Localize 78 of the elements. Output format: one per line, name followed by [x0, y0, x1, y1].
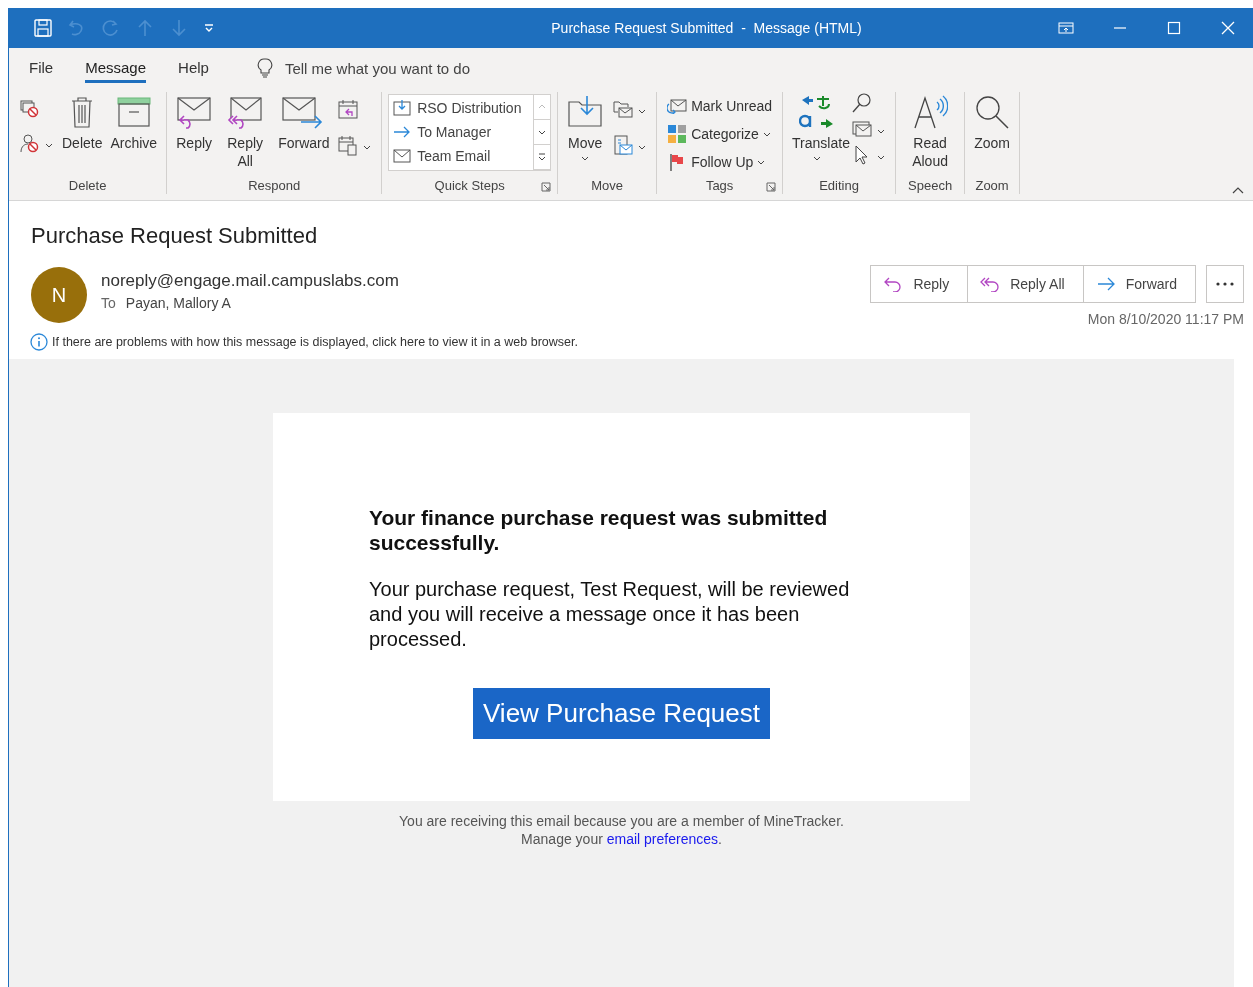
- maximize-icon[interactable]: [1166, 20, 1182, 36]
- dialog-launcher-icon[interactable]: [766, 182, 777, 192]
- ribbon-button[interactable]: Move: [564, 92, 607, 163]
- read-aloud-icon: [912, 94, 949, 130]
- group-label: Speech: [908, 177, 953, 193]
- ribbon-button[interactable]: Archive: [107, 92, 161, 154]
- search-field[interactable]: Tell me what you want to do: [282, 58, 547, 78]
- reply-icon: [883, 276, 904, 292]
- ribbon-button[interactable]: Categorize: [663, 120, 775, 148]
- caret-icon[interactable]: [45, 142, 53, 148]
- message-date: Mon 8/10/2020 11:17 PM: [1087, 311, 1244, 327]
- message-subject: Purchase Request Submitted: [31, 223, 319, 249]
- ribbon-button[interactable]: Follow Up: [663, 148, 770, 176]
- ignore-icon[interactable]: [19, 98, 39, 118]
- info-icon: [30, 333, 48, 351]
- ribbon-button[interactable]: Reply All: [217, 92, 274, 172]
- search-icon[interactable]: [851, 92, 874, 114]
- caret-icon[interactable]: [363, 144, 372, 150]
- email-heading: Your finance purchase request was submitted successfully.: [369, 505, 829, 555]
- footer-text: You are receiving this email because you are a member of MineTracker.: [399, 813, 844, 829]
- calendar-device-icon[interactable]: [337, 134, 360, 156]
- group-label: Respond: [248, 177, 301, 193]
- reply-all-icon: [227, 94, 264, 130]
- lightbulb-icon: [256, 58, 273, 78]
- email-body-text: Your purchase request, Test Request, will be reviewed and you will receive a message once it has been processed.: [369, 577, 851, 652]
- footer-punctuation: .: [718, 831, 722, 847]
- folder-arrow-icon: [567, 94, 604, 130]
- recipient-name: Payan, Mallory A: [125, 295, 231, 311]
- email-preferences-link[interactable]: email preferences: [606, 831, 718, 847]
- group-label: Zoom: [975, 177, 1009, 193]
- envelope-icon: [667, 98, 688, 114]
- ribbon-button[interactable]: Mark Unread: [663, 92, 777, 120]
- collapse-ribbon-icon[interactable]: [1232, 186, 1244, 194]
- arrow-icon: [393, 124, 412, 140]
- quick-step[interactable]: To Manager: [389, 120, 534, 144]
- group-label: Tags: [705, 177, 734, 193]
- envelope-icon: [393, 148, 412, 164]
- block-sender-icon[interactable]: [19, 132, 41, 154]
- caret-icon[interactable]: [638, 144, 647, 150]
- sender-avatar: N: [31, 267, 87, 323]
- forward-icon: [1095, 276, 1116, 292]
- more-icon: [1216, 282, 1234, 286]
- reply-all-icon: [980, 276, 1001, 292]
- dialog-launcher-icon[interactable]: [541, 182, 552, 192]
- quick-step[interactable]: Team Email: [389, 144, 534, 168]
- ribbon-button[interactable]: Forward: [275, 92, 332, 154]
- ribbon-tab[interactable]: File: [29, 53, 54, 83]
- caret-icon[interactable]: [877, 154, 886, 160]
- caret-icon[interactable]: [638, 108, 647, 114]
- save-icon[interactable]: [33, 18, 53, 38]
- archive-box-icon: [115, 94, 152, 130]
- ribbon-tab[interactable]: Message: [85, 53, 147, 83]
- to-label: To: [101, 295, 116, 311]
- ribbon-display-icon[interactable]: [1058, 20, 1074, 36]
- ribbon-button[interactable]: Zoom: [971, 92, 1014, 154]
- info-bar[interactable]: If there are problems with how this message is displayed, click here to view it in a web browser.: [52, 335, 578, 349]
- reply-icon: [176, 94, 213, 130]
- view-request-button[interactable]: View Purchase Request: [473, 688, 770, 739]
- customize-icon[interactable]: [203, 22, 215, 34]
- ribbon-tab[interactable]: Help: [178, 53, 209, 83]
- window-title: Purchase Request Submitted - Message (HTML): [551, 20, 862, 36]
- footer-text: Manage your: [521, 831, 603, 847]
- close-icon[interactable]: [1220, 20, 1236, 36]
- magnifier-icon: [974, 94, 1011, 130]
- group-label: Quick Steps: [434, 177, 505, 193]
- ribbon-button[interactable]: Delete: [59, 92, 106, 154]
- group-label: Editing: [819, 177, 859, 193]
- caret-icon[interactable]: [877, 128, 886, 134]
- related-mail-icon[interactable]: [851, 118, 874, 140]
- color-squares-icon: [667, 124, 688, 144]
- ribbon-button[interactable]: Read Aloud: [902, 92, 959, 172]
- sender-address: noreply@engage.mail.campuslabs.com: [101, 271, 399, 291]
- group-label: Move: [591, 177, 624, 193]
- quick-step[interactable]: RSO Distribution: [389, 96, 534, 120]
- folder-mail-icon[interactable]: [612, 98, 635, 120]
- calendar-reply-icon[interactable]: [337, 98, 360, 120]
- group-label: Delete: [68, 177, 107, 193]
- ribbon-button[interactable]: Reply: [173, 92, 216, 154]
